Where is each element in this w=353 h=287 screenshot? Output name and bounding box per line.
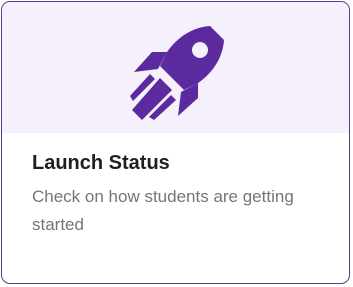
launch-status-card[interactable]: Launch Status Check on how students are … bbox=[1, 1, 350, 284]
card-description: Check on how students are getting starte… bbox=[32, 187, 294, 234]
card-hero bbox=[2, 2, 349, 133]
rocket-icon bbox=[130, 26, 224, 120]
card-body: Launch Status Check on how students are … bbox=[32, 149, 329, 239]
card-title: Launch Status bbox=[32, 152, 170, 174]
